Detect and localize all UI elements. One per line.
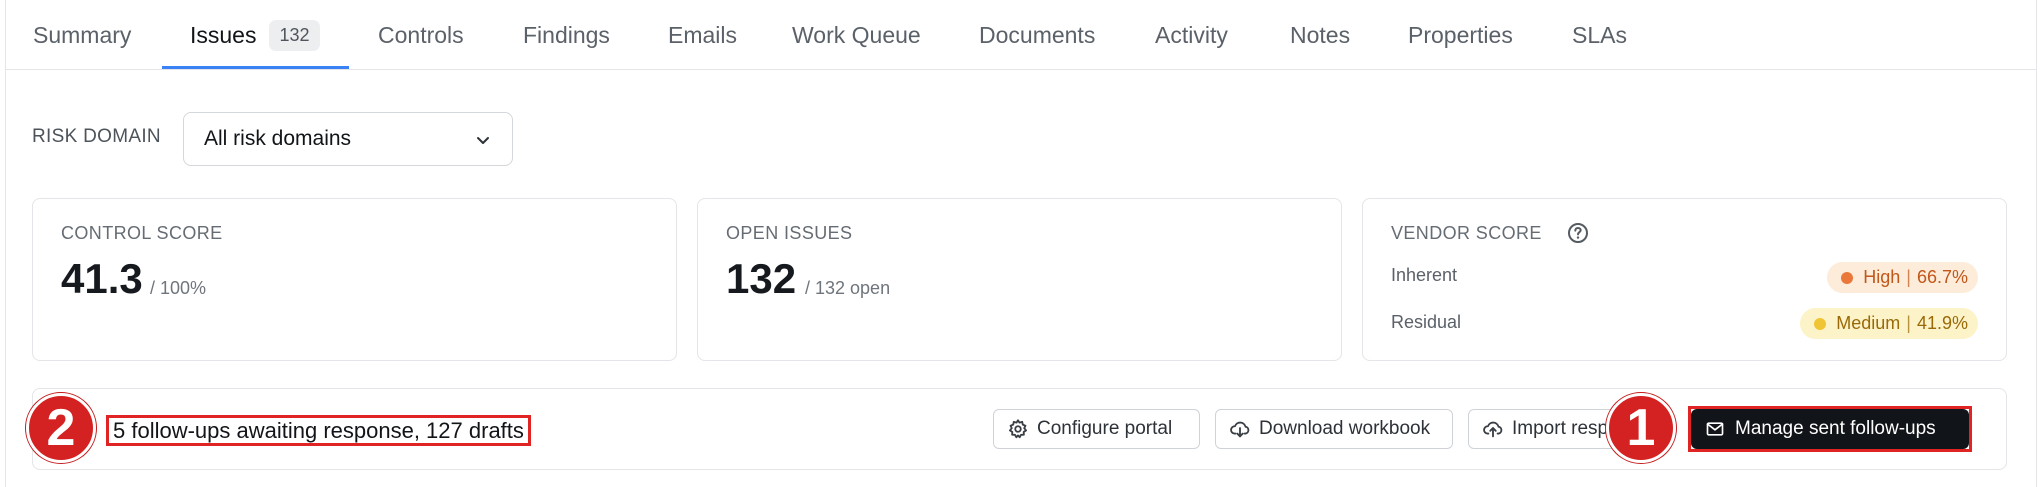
tab-label: Activity <box>1155 21 1228 48</box>
inherent-label: Inherent <box>1391 265 1458 285</box>
cloud-download-icon <box>1230 421 1250 438</box>
card-title: VENDOR SCORE <box>1391 223 1542 243</box>
status-dot <box>1841 271 1854 284</box>
tab-summary[interactable]: Summary <box>33 0 131 70</box>
tab-work-queue[interactable]: Work Queue <box>792 0 921 70</box>
cloud-upload-icon <box>1483 421 1503 438</box>
tab-label: Controls <box>378 21 464 48</box>
download-workbook-button[interactable]: Download workbook <box>1215 409 1453 449</box>
button-label: Configure portal <box>1037 418 1173 439</box>
annotation-marker-1: 1 <box>1606 393 1676 463</box>
tab-label: Notes <box>1290 21 1351 48</box>
card-subvalue: / 132 open <box>805 278 891 298</box>
separator: | <box>1906 313 1911 333</box>
card-value: 41.3 <box>61 255 143 302</box>
issues-count-badge: 132 <box>269 19 320 51</box>
risk-domain-label: RISK DOMAIN <box>32 126 161 147</box>
vendor-score-card: VENDOR SCORE Inherent High | 66.7% Resid… <box>1362 198 2007 361</box>
risk-domain-select[interactable]: All risk domains <box>183 112 513 166</box>
follow-up-status-text: 5 follow-ups awaiting response, 127 draf… <box>106 415 531 446</box>
card-subvalue: / 100% <box>150 278 207 298</box>
configure-portal-button[interactable]: Configure portal <box>993 409 1200 449</box>
card-value: 132 <box>726 255 797 302</box>
gear-icon <box>1009 419 1027 439</box>
tab-label: SLAs <box>1572 21 1627 48</box>
card-title: OPEN ISSUES <box>726 223 853 243</box>
tab-label: Findings <box>523 21 610 48</box>
tab-label: Properties <box>1408 21 1513 48</box>
tab-label: Documents <box>979 21 1096 48</box>
separator: | <box>1906 267 1911 287</box>
button-label: Download workbook <box>1259 418 1431 439</box>
residual-level: Medium <box>1836 313 1901 333</box>
card-title: CONTROL SCORE <box>61 223 223 243</box>
tab-label: Summary <box>33 21 132 48</box>
residual-risk-badge: Medium | 41.9% <box>1800 308 1978 339</box>
import-responses-button[interactable]: Import responses <box>1468 409 1628 449</box>
tab-label: Issues <box>190 21 257 48</box>
tab-label: Work Queue <box>792 21 921 48</box>
inherent-percent: 66.7% <box>1916 267 1968 287</box>
tab-slas[interactable]: SLAs <box>1572 0 1627 70</box>
tab-controls[interactable]: Controls <box>378 0 464 70</box>
tab-documents[interactable]: Documents <box>979 0 1095 70</box>
active-tab-indicator <box>162 66 349 69</box>
risk-domain-value: All risk domains <box>204 127 352 150</box>
chevron-down-icon <box>477 137 489 144</box>
annotation-box <box>1688 406 1972 452</box>
status-dot <box>1814 317 1827 330</box>
tab-notes[interactable]: Notes <box>1290 0 1350 70</box>
tab-emails[interactable]: Emails <box>668 0 737 70</box>
tab-issues[interactable]: Issues 132 <box>190 0 320 70</box>
control-score-card: CONTROL SCORE 41.3 / 100% <box>32 198 677 361</box>
inherent-level: High <box>1863 267 1901 287</box>
open-issues-card: OPEN ISSUES 132 / 132 open <box>697 198 1342 361</box>
inherent-risk-badge: High | 66.7% <box>1827 262 1978 293</box>
tab-label: Emails <box>668 21 738 48</box>
residual-percent: 41.9% <box>1916 313 1968 333</box>
tab-findings[interactable]: Findings <box>523 0 610 70</box>
residual-label: Residual <box>1391 312 1462 332</box>
help-icon[interactable] <box>1567 222 1589 244</box>
annotation-marker-2: 2 <box>26 393 96 463</box>
tab-properties[interactable]: Properties <box>1408 0 1513 70</box>
tab-activity[interactable]: Activity <box>1155 0 1228 70</box>
